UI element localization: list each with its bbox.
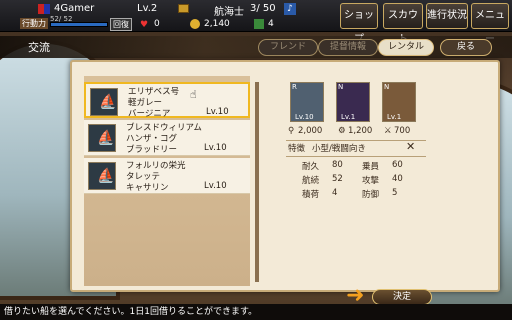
crew-value-1: 2,000 [298,126,323,136]
list-scrollbar[interactable] [255,82,259,282]
search-icon: ⚲ [288,126,295,136]
tab-friend[interactable]: フレンド [258,39,318,56]
crew-value-3: 700 [394,126,411,136]
list-item[interactable]: ⛵ ブレスドウィリアム ハンザ・コグ ブラッドリー Lv.10 [84,120,250,156]
stamina-label: 行動力 [20,18,48,29]
treasure-icon [178,4,189,13]
crew-portrait-1[interactable]: R Lv.10 [290,82,324,122]
ticket-count: 4 [268,19,274,29]
ticket-icon [254,19,264,29]
list-item[interactable]: ⛵ フォルリの栄光 タレッテ キャサリン Lv.10 [84,158,250,194]
hint-bar: 借りたい船を選んでください。1日1回借りることができます。 [0,304,512,320]
list-item[interactable]: ⛵ エリザベス号 軽ガレー バージニア Lv.10 ☝ [84,82,250,119]
feature-value: 小型/戦闘向き [312,144,366,154]
flag-icon [38,4,50,14]
arrow-right-icon: ➜ [346,283,365,308]
gold-count: 2,140 [204,19,230,29]
divider [286,140,426,141]
gem-icon: ♥ [140,20,149,30]
progress-button[interactable]: 進行状況 [426,3,468,29]
feature-label: 特徴 [288,144,306,154]
ship-list[interactable]: ⛵ エリザベス号 軽ガレー バージニア Lv.10 ☝ ⛵ ブレスドウィリアム … [84,76,250,286]
music-icon[interactable]: ♪ [284,3,296,15]
back-button[interactable]: 戻る [440,39,492,56]
scout-button[interactable]: スカウト [383,3,423,45]
player-rank: 航海士 [214,7,244,18]
tab-support[interactable]: 提督情報 [318,39,378,56]
gold-icon [190,19,200,29]
game-screen: 4Gamer Lv.2 航海士 3/ 50 ♪ 行動力 52/ 52 回復 ♥ … [0,0,512,320]
stamina-value: 52/ 52 [50,15,73,23]
recover-button[interactable]: 回復 [110,18,132,31]
confirm-button[interactable]: 決定 [372,289,432,305]
divider [286,156,426,157]
crew-portrait-3[interactable]: N Lv.1 [382,82,416,122]
ship-icon: ⛵ [90,88,118,116]
ship-detail: R Lv.10 N Lv.1 N Lv.1 ⚲ 2,000 ⚙ 1,200 ⚔ … [280,76,494,286]
shop-button[interactable]: ショップ [340,3,378,45]
ship-icon: ⛵ [88,124,116,152]
gem-count: 0 [154,19,160,29]
rental-panel: ⛵ エリザベス号 軽ガレー バージニア Lv.10 ☝ ⛵ ブレスドウィリアム … [70,60,500,292]
ship-icon: ⛵ [88,162,116,190]
tab-rental[interactable]: レンタル [378,39,434,56]
ship-count: 3/ 50 [250,3,276,14]
player-name: 4Gamer [54,3,95,14]
page-title: 交流 [28,41,50,54]
menu-button[interactable]: メニュー [471,3,509,45]
gear-icon: ⚙ [338,126,346,136]
hand-cursor-icon: ☝ [190,88,197,101]
crew-portrait-2[interactable]: N Lv.1 [336,82,370,122]
sword-icon: ⚔ [384,126,392,136]
player-level: Lv.2 [137,3,158,14]
crew-value-2: 1,200 [348,126,373,136]
crossed-swords-icon: ✕ [406,140,416,153]
screen-header: 交流 フレンド 提督情報 レンタル 戻る [0,36,512,58]
